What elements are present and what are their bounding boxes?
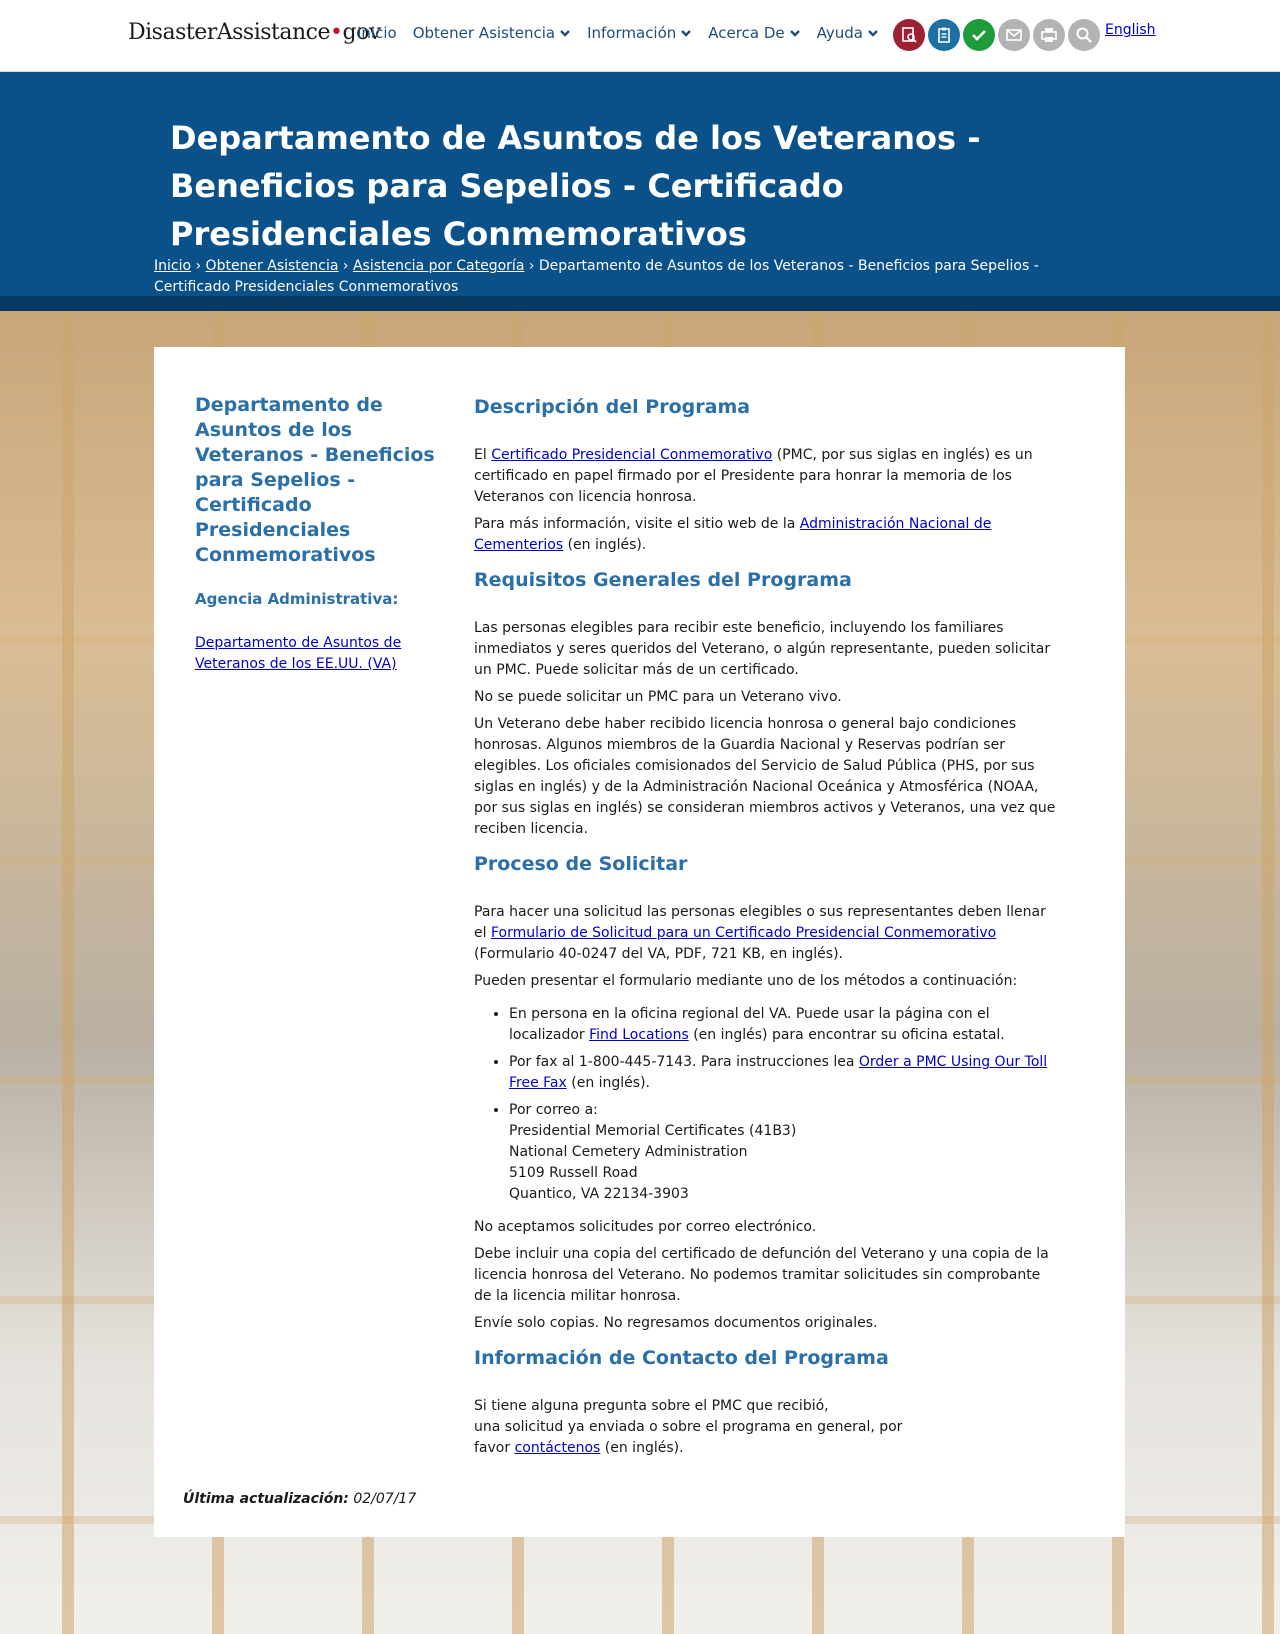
nav-obtener-asistencia-label: Obtener Asistencia [412,24,556,42]
nav-obtener-asistencia[interactable]: Obtener Asistencia [413,24,571,42]
nav-acerca-de-label: Acerca De [708,24,785,42]
last-updated-label: Última actualización: [183,1491,349,1507]
section-description: Descripción del Programa El Certificado … [474,395,1059,556]
requirements-paragraph-3: Un Veterano debe haber recibido licencia… [474,716,1056,837]
text-fragment: (en inglés). [563,537,647,553]
pmc-link[interactable]: Certificado Presidencial Conmemorativo [491,447,772,463]
chevron-down-icon [868,30,878,37]
nav-inicio-label: Inicio [357,24,397,42]
list-item: Por fax al 1-800-445-7143. Para instrucc… [509,1052,1059,1094]
breadcrumb-asistencia-por-categoria[interactable]: Asistencia por Categoría [353,258,524,274]
nav-informacion-label: Información [587,24,677,42]
logo-dot: • [330,20,343,45]
logo-text-assistance: Assistance [216,20,331,45]
breadcrumb-separator: › [338,258,353,274]
address-line: 5109 Russell Road [509,1165,638,1181]
nav-ayuda[interactable]: Ayuda [817,24,879,42]
agency-link[interactable]: Departamento de Asuntos de Veteranos de … [195,633,445,675]
main-nav: Inicio Obtener Asistencia Información Ac… [357,24,879,42]
requirements-paragraph-2: No se puede solicitar un PMC para un Vet… [474,689,842,705]
contact-us-link[interactable]: contáctenos [515,1440,601,1456]
site-logo[interactable]: DisasterAssistance•gov [128,20,381,45]
clipboard-icon[interactable] [928,19,960,51]
process-paragraph-4: Debe incluir una copia del certificado d… [474,1246,1049,1304]
text-fragment: (en inglés). [600,1440,684,1456]
search-document-icon[interactable] [893,19,925,51]
description-paragraph-2: Para más información, visite el sitio we… [474,514,1059,556]
contact-paragraph: Si tiene alguna pregunta sobre el PMC qu… [474,1396,1059,1459]
section-contact: Información de Contacto del Programa Si … [474,1346,1059,1459]
tool-icons [893,19,1100,51]
chevron-down-icon [681,30,692,37]
address-line: National Cemetery Administration [509,1144,748,1160]
text-fragment: (en inglés). [566,1075,651,1091]
magnifier-icon[interactable] [1068,19,1100,51]
breadcrumb-separator: › [524,258,539,274]
email-icon[interactable] [998,19,1030,51]
page-title: Departamento de Asuntos de los Veteranos… [170,119,981,253]
process-paragraph-2: Pueden presentar el formulario mediante … [474,973,1018,989]
breadcrumb: Inicio › Obtener Asistencia › Asistencia… [154,256,1114,298]
text-fragment: una solicitud ya enviada o sobre el prog… [474,1419,903,1435]
logo-text-disaster: Disaster [128,20,217,45]
breadcrumb-obtener-asistencia[interactable]: Obtener Asistencia [206,258,339,274]
description-heading: Descripción del Programa [474,396,751,418]
nav-ayuda-label: Ayuda [816,24,863,42]
nav-informacion[interactable]: Información [587,24,692,42]
requirements-heading: Requisitos Generales del Programa [474,569,852,591]
text-fragment: Por fax al 1-800-445-7143. Para instrucc… [509,1054,859,1070]
main-content: Descripción del Programa El Certificado … [474,395,1059,1471]
breadcrumb-inicio[interactable]: Inicio [154,258,191,274]
process-heading: Proceso de Solicitar [474,853,688,875]
content-card: Departamento de Asuntos de los Veteranos… [154,347,1125,1537]
checkmark-icon[interactable] [963,19,995,51]
list-item: En persona en la oficina regional del VA… [509,1004,1059,1046]
requirements-paragraph-1: Las personas elegibles para recibir este… [474,620,1051,678]
contact-heading: Información de Contacto del Programa [474,1347,889,1369]
application-form-link[interactable]: Formulario de Solicitud para un Certific… [491,925,996,941]
text-fragment: Para más información, visite el sitio we… [474,516,800,532]
text-fragment: Si tiene alguna pregunta sobre el PMC qu… [474,1398,829,1414]
submission-methods-list: En persona en la oficina regional del VA… [474,1004,1059,1205]
list-item: Por correo a: Presidential Memorial Cert… [509,1100,1059,1205]
description-paragraph-1: El Certificado Presidencial Conmemorativ… [474,445,1059,508]
nav-inicio[interactable]: Inicio [357,24,397,42]
text-fragment: (en inglés) para encontrar su oficina es… [688,1027,1005,1043]
process-paragraph-1: Para hacer una solicitud las personas el… [474,902,1059,965]
chevron-down-icon [789,30,800,37]
section-process: Proceso de Solicitar Para hacer una soli… [474,852,1059,1334]
mail-label: Por correo a: [509,1102,598,1118]
top-navigation-bar: DisasterAssistance•gov Inicio Obtener As… [0,0,1280,72]
section-requirements: Requisitos Generales del Programa Las pe… [474,568,1059,840]
sidebar-title: Departamento de Asuntos de los Veteranos… [195,394,435,566]
agency-label: Agencia Administrativa: [195,590,399,608]
chevron-down-icon [560,30,570,37]
text-fragment: El [474,447,492,463]
process-paragraph-3: No aceptamos solicitudes por correo elec… [474,1219,817,1235]
process-paragraph-5: Envíe solo copias. No regresamos documen… [474,1315,878,1331]
address-line: Quantico, VA 22134-3903 [509,1186,689,1202]
sidebar: Departamento de Asuntos de los Veteranos… [195,393,445,675]
text-fragment: favor [474,1440,515,1456]
print-icon[interactable] [1033,19,1065,51]
english-language-link[interactable]: English [1105,22,1156,38]
nav-acerca-de[interactable]: Acerca De [708,24,800,42]
last-updated-date: 02/07/17 [348,1491,417,1507]
text-fragment: (Formulario 40-0247 del VA, PDF, 721 KB,… [474,946,844,962]
breadcrumb-separator: › [191,258,206,274]
address-line: Presidential Memorial Certificates (41B3… [509,1123,797,1139]
find-locations-link[interactable]: Find Locations [589,1027,689,1043]
last-updated: Última actualización: 02/07/17 [183,1491,416,1507]
